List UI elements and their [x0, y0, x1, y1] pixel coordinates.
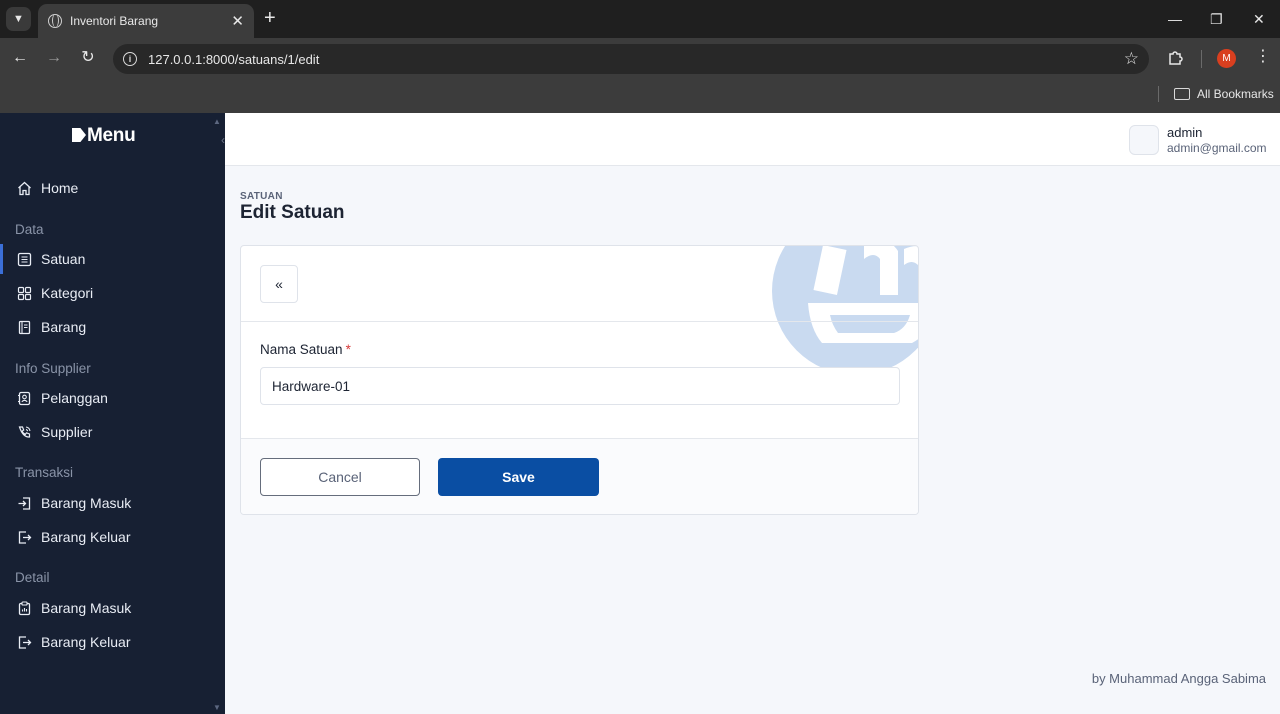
- sidebar-item-label: Barang Keluar: [41, 529, 131, 545]
- sidebar-item-barang-keluar[interactable]: Barang Keluar: [0, 521, 225, 553]
- card-header: «: [241, 246, 918, 322]
- toolbar-divider: [1201, 50, 1202, 68]
- sidebar-item-kategori[interactable]: Kategori: [0, 277, 225, 309]
- page-pretitle: SATUAN: [240, 191, 283, 202]
- tab-title: Inventori Barang: [70, 14, 159, 28]
- sidebar-section-info-supplier: Info Supplier: [15, 361, 91, 376]
- address-bar[interactable]: i 127.0.0.1:8000/satuans/1/edit ☆: [113, 44, 1149, 74]
- scroll-up-icon[interactable]: ▲: [213, 117, 221, 126]
- sidebar-item-barang-masuk[interactable]: Barang Masuk: [0, 487, 225, 519]
- globe-icon: [48, 14, 62, 28]
- browser-tab-strip: ▼ Inventori Barang ✕ + — ❐ ✕: [0, 0, 1280, 38]
- sidebar-item-label: Kategori: [41, 285, 94, 301]
- phone-call-icon: [17, 425, 32, 440]
- close-tab-icon[interactable]: ✕: [231, 14, 244, 29]
- sidebar-item-label: Home: [41, 180, 79, 196]
- sidebar-item-home[interactable]: Home: [0, 172, 225, 204]
- edit-form-card: « Nama Satuan* Cancel Save: [240, 245, 919, 515]
- sidebar-item-label: Supplier: [41, 424, 93, 440]
- footer-credit: by Muhammad Angga Sabima: [1091, 671, 1266, 686]
- category-grid-icon: [17, 286, 32, 301]
- bookmarks-bar: All Bookmarks: [0, 80, 1280, 113]
- sidebar-item-label: Barang Keluar: [41, 634, 131, 650]
- logout-icon: [17, 530, 32, 545]
- nama-satuan-label: Nama Satuan *: [260, 342, 351, 357]
- minimize-icon[interactable]: —: [1168, 10, 1182, 28]
- back-button[interactable]: «: [260, 265, 298, 303]
- home-icon: [17, 181, 32, 196]
- folder-icon: [1174, 88, 1190, 100]
- restore-icon[interactable]: ❐: [1210, 10, 1223, 28]
- sidebar-item-satuan[interactable]: Satuan: [0, 243, 225, 275]
- bookmarks-divider: [1158, 86, 1159, 102]
- brand-text: Menu: [87, 125, 136, 146]
- logout-icon: [17, 635, 32, 650]
- site-info-icon[interactable]: i: [123, 52, 137, 66]
- save-button[interactable]: Save: [438, 458, 599, 496]
- sidebar-section-transaksi: Transaksi: [15, 465, 74, 480]
- card-footer: Cancel Save: [241, 438, 918, 514]
- user-avatar[interactable]: [1129, 125, 1159, 155]
- user-name[interactable]: admin: [1167, 125, 1202, 140]
- window-close-icon[interactable]: ✕: [1253, 10, 1265, 28]
- forward-arrow-icon[interactable]: →: [44, 48, 64, 68]
- tab-search-chevron-icon[interactable]: ▼: [6, 7, 31, 31]
- sidebar-item-label: Barang: [41, 319, 87, 335]
- user-email: admin@gmail.com: [1167, 141, 1267, 155]
- book-icon: [17, 320, 32, 335]
- page-title: Edit Satuan: [240, 202, 345, 223]
- url-text: 127.0.0.1:8000/satuans/1/edit: [148, 51, 320, 67]
- collapse-sidebar-icon[interactable]: ‹: [221, 133, 225, 147]
- sidebar-item-detail-barang-masuk[interactable]: Barang Masuk: [0, 592, 225, 624]
- sidebar-item-label: Pelanggan: [41, 390, 108, 406]
- sidebar-item-label: Barang Masuk: [41, 600, 132, 616]
- back-arrow-icon[interactable]: ←: [10, 48, 30, 68]
- brand-mark-icon: [72, 128, 86, 142]
- sidebar-section-data: Data: [15, 222, 44, 237]
- bookmark-star-icon[interactable]: ☆: [1124, 49, 1139, 69]
- new-tab-icon[interactable]: +: [264, 8, 276, 28]
- clipboard-icon: [17, 600, 32, 616]
- browser-menu-icon[interactable]: ⋮: [1255, 47, 1271, 67]
- grid-table-icon: [17, 252, 32, 267]
- scroll-down-icon[interactable]: ▼: [213, 703, 221, 712]
- sidebar-item-barang[interactable]: Barang: [0, 311, 225, 343]
- app-topbar: ‹ admin admin@gmail.com: [221, 113, 1280, 166]
- nama-satuan-input[interactable]: [260, 367, 900, 405]
- all-bookmarks-link[interactable]: All Bookmarks: [1197, 87, 1274, 101]
- sidebar-item-supplier[interactable]: Supplier: [0, 416, 225, 448]
- login-icon: [17, 496, 32, 511]
- sidebar-section-detail: Detail: [15, 570, 50, 585]
- sidebar: Menu ▲ ▼ Home Data Satuan Kategori Baran…: [0, 113, 225, 714]
- sidebar-item-pelanggan[interactable]: Pelanggan: [0, 382, 225, 414]
- sidebar-item-label: Satuan: [41, 251, 86, 267]
- sidebar-item-detail-barang-keluar[interactable]: Barang Keluar: [0, 626, 225, 658]
- browser-tab[interactable]: Inventori Barang ✕: [38, 4, 254, 38]
- reload-icon[interactable]: ↻: [78, 48, 98, 68]
- required-marker: *: [345, 342, 351, 357]
- cancel-button[interactable]: Cancel: [260, 458, 420, 496]
- browser-toolbar: ← → ↻ i 127.0.0.1:8000/satuans/1/edit ☆ …: [0, 38, 1280, 80]
- brand-logo[interactable]: Menu: [72, 125, 136, 147]
- profile-avatar[interactable]: M: [1217, 49, 1236, 68]
- contact-book-icon: [17, 391, 32, 406]
- sidebar-item-label: Barang Masuk: [41, 495, 132, 511]
- field-label-text: Nama Satuan: [260, 342, 343, 357]
- extensions-icon[interactable]: [1167, 48, 1185, 66]
